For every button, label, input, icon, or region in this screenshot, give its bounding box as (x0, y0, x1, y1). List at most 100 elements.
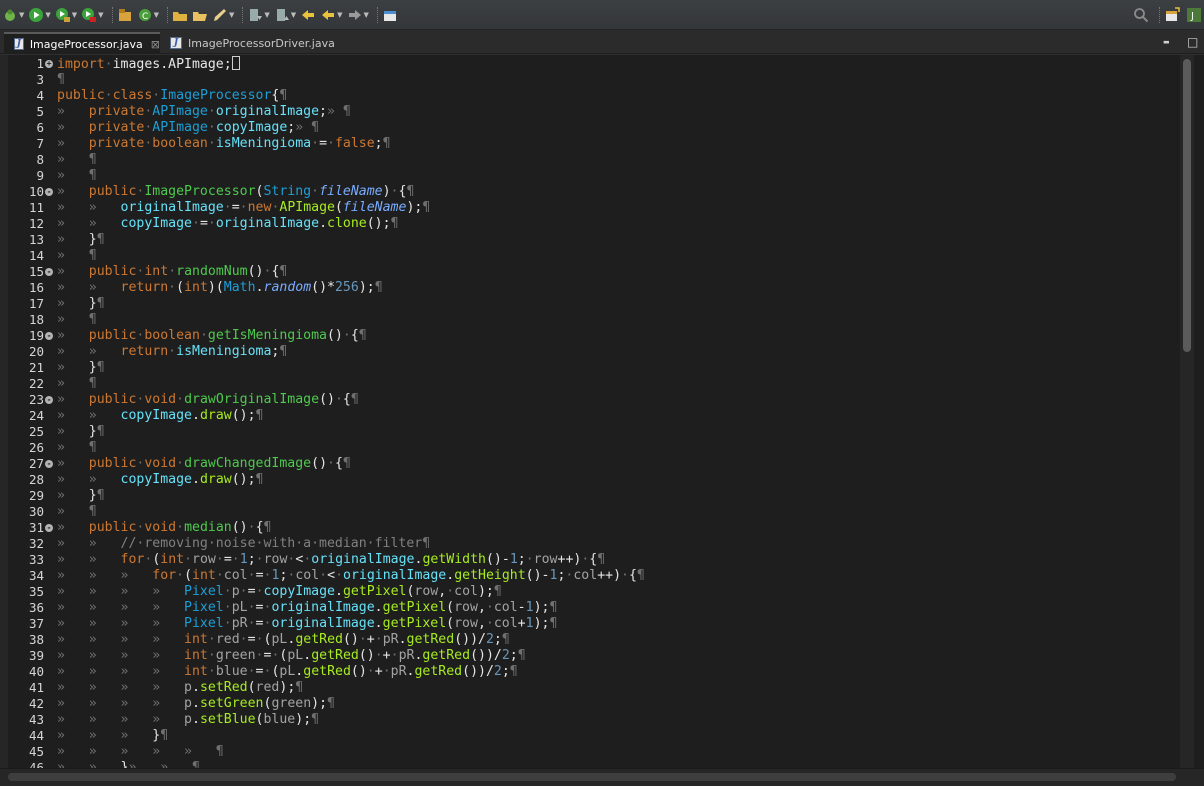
dropdown-arrow-icon[interactable]: ▼ (264, 11, 269, 19)
code-line[interactable]: 16 » » return·(int)(Math.random()*256);¶ (0, 280, 1180, 296)
code-line[interactable]: 24 » » copyImage.draw();¶ (0, 408, 1180, 424)
code-line[interactable]: 5» private·APImage·originalImage;» ¶ (0, 104, 1180, 120)
code-line[interactable]: 3 ¶ (0, 72, 1180, 88)
previous-annotation-button[interactable]: ▼ (274, 4, 296, 26)
code-line[interactable]: 45 » » » » » ¶ (0, 744, 1180, 760)
code-token: ; (501, 664, 510, 679)
code-line[interactable]: 31-» public·void·median()·{¶ (0, 520, 1180, 536)
code-line[interactable]: 44 » » » }¶ (0, 728, 1180, 744)
debug-button[interactable]: ▼ (2, 4, 24, 26)
expand-fold-icon[interactable]: + (45, 60, 53, 68)
code-line[interactable]: 37» » » » Pixel·pR·=·originalImage.getPi… (0, 616, 1180, 632)
code-line[interactable]: 19-» public·boolean·getIsMeningioma()·{¶ (0, 328, 1180, 344)
code-line[interactable]: 14 » ¶ (0, 248, 1180, 264)
code-line[interactable]: 9 » ¶ (0, 168, 1180, 184)
dropdown-arrow-icon[interactable]: ▼ (72, 11, 77, 19)
horizontal-scrollbar[interactable] (0, 768, 1204, 786)
tab-imageprocessor-java[interactable]: J ImageProcessor.java ⊠ (4, 32, 160, 54)
code-line[interactable]: 36» » » » Pixel·pL·=·originalImage.getPi… (0, 600, 1180, 616)
code-line[interactable]: 46 » » }» » ¶ (0, 760, 1180, 768)
new-java-class-button[interactable]: C ▼ (137, 4, 159, 26)
code-token: isMeningioma (176, 344, 272, 359)
minimize-button[interactable]: ▬ (1163, 30, 1170, 54)
code-line[interactable]: 8 » ¶ (0, 152, 1180, 168)
code-line[interactable]: 11» » originalImage·=·new·APImage(fileNa… (0, 200, 1180, 216)
java-perspective-button[interactable]: J (1186, 4, 1202, 26)
code-line[interactable]: 28 » » copyImage.draw();¶ (0, 472, 1180, 488)
collapse-fold-icon[interactable]: - (45, 396, 53, 404)
code-line[interactable]: 10-» public·ImageProcessor(String·fileNa… (0, 184, 1180, 200)
code-token: ¶ (279, 264, 288, 279)
new-java-package-button[interactable] (117, 4, 133, 26)
dropdown-arrow-icon[interactable]: ▼ (45, 11, 50, 19)
code-line[interactable]: 7» private·boolean·isMeningioma·=·false;… (0, 136, 1180, 152)
dropdown-arrow-icon[interactable]: ▼ (229, 11, 234, 19)
last-edit-location-button[interactable] (300, 4, 316, 26)
code-line[interactable]: 29 » }¶ (0, 488, 1180, 504)
maximize-button[interactable]: □ (1187, 30, 1198, 54)
code-line[interactable]: 6» private·APImage·copyImage;» ¶ (0, 120, 1180, 136)
code-line[interactable]: 41 » » » » p.setRed(red);¶ (0, 680, 1180, 696)
search-button[interactable] (1133, 4, 1149, 26)
back-button[interactable]: ▼ (320, 4, 343, 26)
forward-button[interactable]: ▼ (347, 4, 369, 26)
code-line[interactable]: 1 + import·images.APImage; (0, 56, 1180, 72)
code-line[interactable]: 25 » }¶ (0, 424, 1180, 440)
code-line[interactable]: 38 » » » » int·red·=·(pL.getRed()·+·pR.ge… (0, 632, 1180, 648)
tab-imageprocessordriver-java[interactable]: J ImageProcessorDriver.java (160, 32, 340, 54)
dropdown-arrow-icon[interactable]: ▼ (19, 11, 24, 19)
code-editor[interactable]: 1 + import·images.APImage; 3 ¶ 4 public·class·… (0, 55, 1204, 768)
collapse-fold-icon[interactable]: - (45, 188, 53, 196)
open-folder-button[interactable] (192, 4, 208, 26)
code-line[interactable]: 18 » ¶ (0, 312, 1180, 328)
collapse-fold-icon[interactable]: - (45, 268, 53, 276)
code-line[interactable]: 20 » » return·isMeningioma;¶ (0, 344, 1180, 360)
run-button[interactable]: ▼ (28, 4, 51, 26)
code-line[interactable]: 39 » » » » int·green·=·(pL.getRed()·+·pR.… (0, 648, 1180, 664)
code-line[interactable]: 32 » » //·removing·noise·with·a·median·fi… (0, 536, 1180, 552)
code-line[interactable]: 23-» public·void·drawOriginalImage()·{¶ (0, 392, 1180, 408)
code-line[interactable]: 40 » » » » int·blue·=·(pL.getRed()·+·pR.g… (0, 664, 1180, 680)
open-perspective-button[interactable] (1164, 4, 1180, 26)
vertical-scrollbar[interactable] (1180, 55, 1194, 768)
vertical-scroll-thumb[interactable] (1183, 59, 1191, 352)
code-line[interactable]: 42 » » » » p.setGreen(green);¶ (0, 696, 1180, 712)
collapse-fold-icon[interactable]: - (45, 332, 53, 340)
dropdown-arrow-icon[interactable]: ▼ (154, 11, 159, 19)
horizontal-scroll-thumb[interactable] (8, 773, 1176, 781)
code-line[interactable]: 12» » copyImage·=·originalImage.clone();… (0, 216, 1180, 232)
code-token: · (176, 392, 185, 407)
edit-pencil-button[interactable]: ▼ (212, 4, 234, 26)
code-line[interactable]: 43 » » » » p.setBlue(blue);¶ (0, 712, 1180, 728)
code-line[interactable]: 26 » ¶ (0, 440, 1180, 456)
code-line[interactable]: 30 » ¶ (0, 504, 1180, 520)
code-line[interactable]: 35 » » » » Pixel·p·=·copyImage.getPixel(r… (0, 584, 1180, 600)
code-area[interactable]: 1 + import·images.APImage; 3 ¶ 4 public·class·… (0, 56, 1180, 768)
code-line[interactable]: 34 » » » for·(int·col·=·1;·col·<·original… (0, 568, 1180, 584)
dropdown-arrow-icon[interactable]: ▼ (291, 11, 296, 19)
open-type-button[interactable] (172, 4, 188, 26)
code-line[interactable]: 21 » }¶ (0, 360, 1180, 376)
code-token: · (207, 104, 216, 119)
code-line[interactable]: 22 » ¶ (0, 376, 1180, 392)
code-line[interactable]: 17 » }¶ (0, 296, 1180, 312)
code-line[interactable]: 27-» public·void·drawChangedImage()·{¶ (0, 456, 1180, 472)
dropdown-arrow-icon[interactable]: ▼ (98, 11, 103, 19)
code-line[interactable]: 4 public·class·ImageProcessor{¶ (0, 88, 1180, 104)
code-line[interactable]: 13 » }¶ (0, 232, 1180, 248)
collapse-fold-icon[interactable]: - (45, 460, 53, 468)
code-line[interactable]: 33» » for·(int·row·=·1;·row·<·originalIm… (0, 552, 1180, 568)
next-annotation-button[interactable]: ▼ (247, 4, 270, 26)
collapse-fold-icon[interactable]: - (45, 524, 53, 532)
line-text: » » » » p.setGreen(green);¶ (57, 696, 335, 712)
external-tools-button[interactable]: ▼ (81, 4, 104, 26)
code-line[interactable]: 15-» public·int·randomNum()·{¶ (0, 264, 1180, 280)
dropdown-arrow-icon[interactable]: ▼ (337, 11, 342, 19)
code-token: · (374, 632, 383, 647)
dropdown-arrow-icon[interactable]: ▼ (364, 11, 369, 19)
code-token: · (176, 456, 185, 471)
coverage-button[interactable]: ▼ (55, 4, 77, 26)
pin-editor-button[interactable] (382, 4, 398, 26)
code-token: » ¶ (57, 312, 97, 327)
close-tab-icon[interactable]: ⊠ (151, 38, 160, 51)
